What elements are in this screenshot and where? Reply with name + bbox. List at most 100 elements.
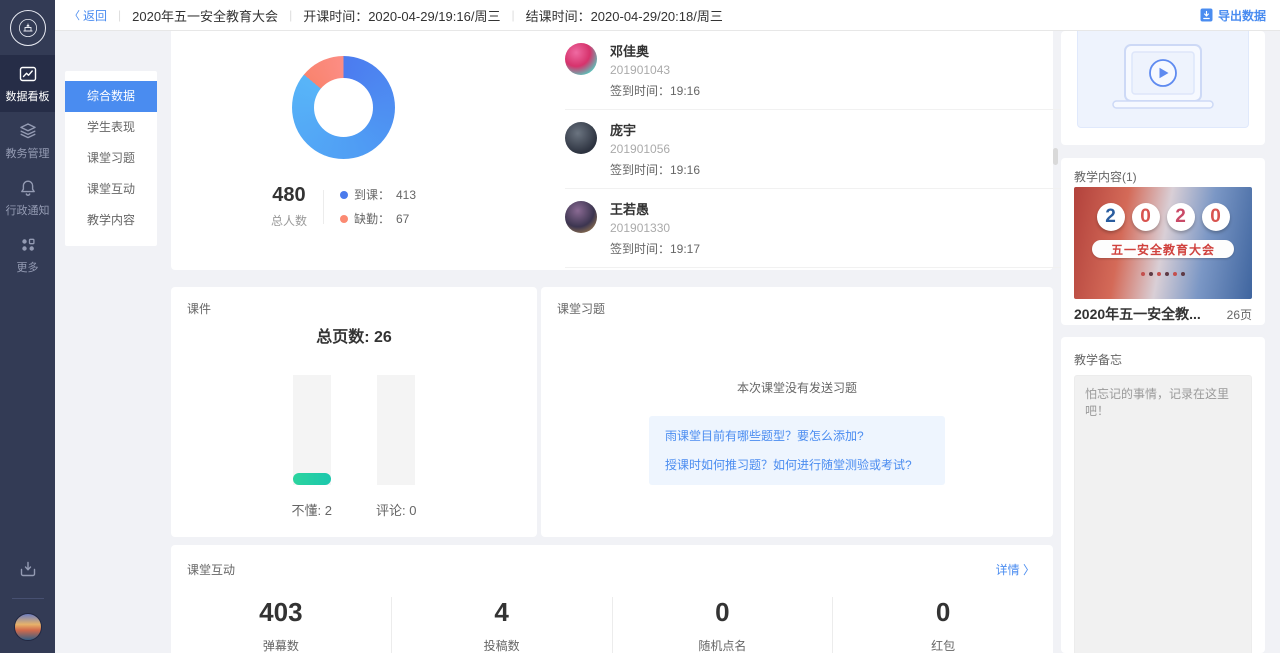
total-pages: 总页数: 26 <box>171 323 537 347</box>
export-data-button[interactable]: 导出数据 <box>1200 7 1266 24</box>
back-label: 返回 <box>83 7 107 24</box>
year-digit: 0 <box>1202 203 1230 231</box>
memo-textarea[interactable] <box>1074 375 1252 653</box>
download-tray-button[interactable] <box>18 553 38 598</box>
sidebar-item-dashboard[interactable]: 数据看板 <box>0 55 55 112</box>
student-name: 王若愚 <box>610 199 670 218</box>
playback-card <box>1061 31 1265 145</box>
sidebar-item-admin-notice[interactable]: 行政通知 <box>0 169 55 226</box>
interaction-detail-link[interactable]: 详情 〉 <box>996 561 1035 578</box>
student-avatar <box>565 201 597 233</box>
sidebar-item-academic-admin[interactable]: 教务管理 <box>0 112 55 169</box>
document-title[interactable]: 2020年五一安全教... <box>1074 304 1201 324</box>
bar-label: 评论: 0 <box>376 500 416 519</box>
courseware-thumbnail[interactable]: 2 0 2 0 五一安全教育大会 <box>1074 187 1252 299</box>
bar-track <box>377 375 415 485</box>
course-start-time: 开课时间：2020-04-29/19:16/周三 <box>303 6 500 25</box>
total-count: 480 <box>271 184 307 207</box>
stat-red-packet: 0 红包 <box>832 597 1053 653</box>
year-digit: 0 <box>1132 203 1160 231</box>
export-label: 导出数据 <box>1218 7 1266 24</box>
stat-label: 随机点名 <box>613 637 833 653</box>
divider: | <box>118 8 121 22</box>
submenu-item-class-exercises[interactable]: 课堂习题 <box>65 143 157 174</box>
divider <box>323 190 324 224</box>
university-seal-icon <box>10 10 46 46</box>
legend-item-absent: 缺勤： 67 <box>340 210 416 227</box>
sidebar-item-label: 教务管理 <box>6 145 50 161</box>
laptop-play-icon <box>1101 43 1225 117</box>
student-id: 201901330 <box>610 221 670 235</box>
help-link-question-types[interactable]: 雨课堂目前有哪些题型？要怎么添加? <box>665 428 929 444</box>
dashboard-icon <box>18 64 38 84</box>
more-grid-icon <box>18 235 38 255</box>
memo-title: 教学备忘 <box>1074 351 1122 368</box>
topbar: 〈 返回 | 2020年五一安全教育大会 | 开课时间：2020-04-29/1… <box>55 0 1280 31</box>
bar-column-unclear: 不懂: 2 <box>292 375 332 519</box>
stat-value: 4 <box>392 597 612 627</box>
course-end-time: 结课时间：2020-04-29/20:18/周三 <box>526 6 723 25</box>
student-name: 庞宇 <box>610 120 670 139</box>
attendance-card: 480 总人数 到课： 413 缺勤： 67 邓佳奥 <box>171 31 1053 270</box>
attendance-stats: 480 总人数 到课： 413 缺勤： 67 <box>171 184 516 229</box>
stat-value: 403 <box>171 597 391 627</box>
stat-random-rollcall: 0 随机点名 <box>612 597 833 653</box>
bar-label: 不懂: 2 <box>292 500 332 519</box>
stat-danmaku: 403 弹幕数 <box>171 597 391 653</box>
teaching-content-title: 教学内容(1) <box>1074 168 1137 185</box>
attendance-total: 480 总人数 <box>271 184 307 229</box>
page: 〈 返回 | 2020年五一安全教育大会 | 开课时间：2020-04-29/1… <box>0 0 1280 653</box>
bell-icon <box>18 178 38 198</box>
back-button[interactable]: 〈 返回 <box>69 7 107 24</box>
thumbnail-banner: 五一安全教育大会 <box>1092 240 1234 258</box>
legend-value: 413 <box>396 188 416 202</box>
sidebar-bottom <box>0 553 55 641</box>
stat-label: 投稿数 <box>392 637 612 653</box>
app-logo[interactable] <box>0 0 55 55</box>
help-link-push-exercises[interactable]: 授课时如何推习题？如何进行随堂测验或考试? <box>665 457 929 473</box>
student-id: 201901043 <box>610 63 670 77</box>
user-avatar[interactable] <box>14 613 42 641</box>
exercises-help-box: 雨课堂目前有哪些题型？要怎么添加? 授课时如何推习题？如何进行随堂测验或考试? <box>649 416 945 485</box>
chevron-left-icon: 〈 <box>69 7 80 23</box>
submenu-item-student-performance[interactable]: 学生表现 <box>65 112 157 143</box>
export-icon <box>1200 8 1213 22</box>
courseware-bars: 不懂: 2 评论: 0 <box>171 375 537 519</box>
year-digit: 2 <box>1097 203 1125 231</box>
bar-track <box>293 375 331 485</box>
total-label: 总人数 <box>271 212 307 229</box>
scrollbar-thumb[interactable] <box>1053 148 1058 165</box>
legend-label: 到课： <box>354 186 390 203</box>
year-digit: 2 <box>1167 203 1195 231</box>
secondary-menu: 综合数据 学生表现 课堂习题 课堂互动 教学内容 <box>65 71 157 246</box>
teaching-content-card: 教学内容(1) 2 0 2 0 五一安全教育大会 2020年五一安全教... 2… <box>1061 158 1265 325</box>
stat-submissions: 4 投稿数 <box>391 597 612 653</box>
video-placeholder[interactable] <box>1077 31 1249 128</box>
stat-label: 弹幕数 <box>171 637 391 653</box>
stat-label: 红包 <box>833 637 1053 653</box>
courseware-title: 课件 <box>187 300 211 317</box>
donut-hole <box>314 78 373 137</box>
page-count: 26页 <box>1227 306 1252 323</box>
layers-icon <box>18 121 38 141</box>
submenu-item-class-interaction[interactable]: 课堂互动 <box>65 174 157 205</box>
thumbnail-year: 2 0 2 0 <box>1074 203 1252 231</box>
student-avatar <box>565 43 597 75</box>
bar-fill <box>293 473 331 485</box>
student-id: 201901056 <box>610 142 670 156</box>
legend-label: 缺勤： <box>354 210 390 227</box>
divider: | <box>511 8 514 22</box>
legend-value: 67 <box>396 212 409 226</box>
submenu-item-teaching-content[interactable]: 教学内容 <box>65 205 157 236</box>
legend-dot-absent <box>340 215 348 223</box>
sidebar-item-more[interactable]: 更多 <box>0 226 55 283</box>
student-name: 邓佳奥 <box>610 41 670 60</box>
submenu-item-overview[interactable]: 综合数据 <box>65 81 157 112</box>
thumbnail-dots <box>1074 272 1252 276</box>
exercises-empty-text: 本次课堂没有发送习题 <box>541 379 1053 396</box>
bar-column-comments: 评论: 0 <box>376 375 416 519</box>
interaction-card: 课堂互动 详情 〉 403 弹幕数 4 投稿数 0 随机点名 0 红包 <box>171 545 1053 653</box>
divider: | <box>289 8 292 22</box>
content-meta-row: 2020年五一安全教... 26页 <box>1074 304 1252 324</box>
interaction-title: 课堂互动 <box>187 561 235 578</box>
